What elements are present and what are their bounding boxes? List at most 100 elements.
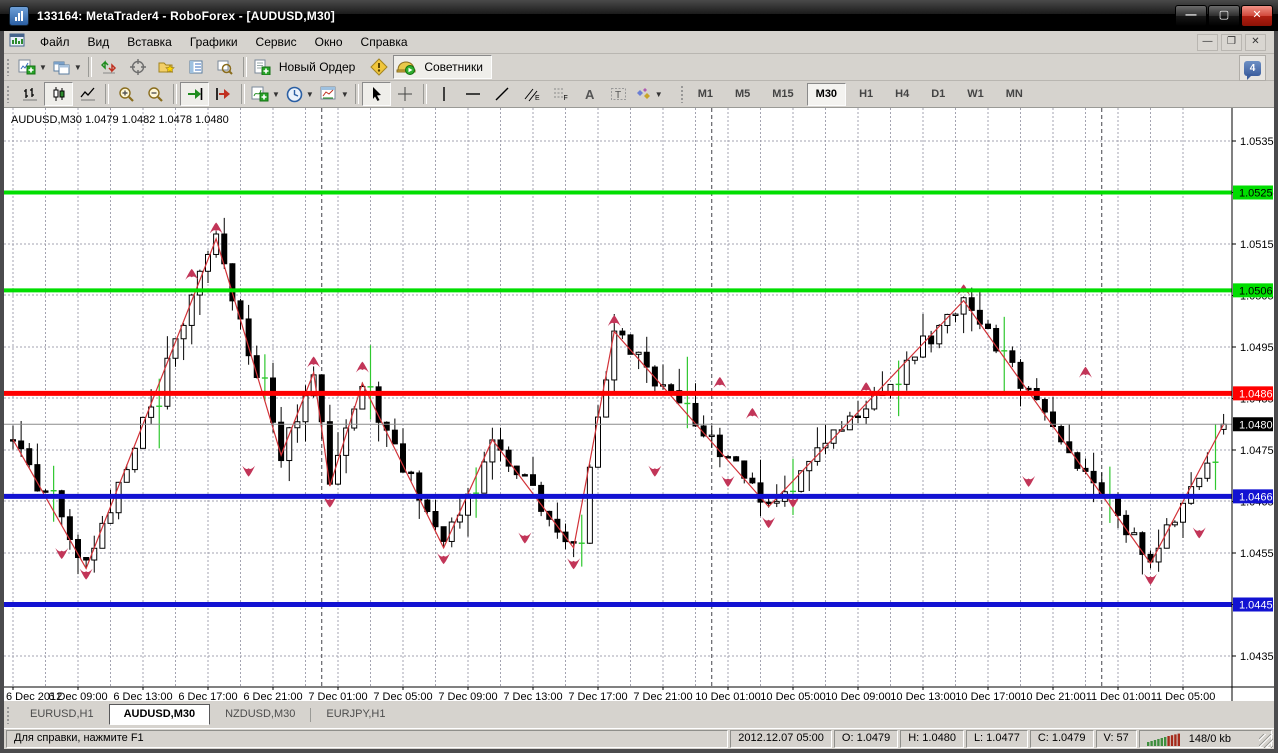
menu-item-2[interactable]: Вставка [118, 33, 181, 51]
minimize-button[interactable]: — [1175, 5, 1207, 27]
down-candle [968, 297, 975, 311]
indicators-button[interactable]: ▼ [248, 82, 283, 106]
text-button[interactable]: A [575, 82, 604, 106]
timeframe-m5-button[interactable]: M5 [726, 83, 759, 106]
text-label-button[interactable]: T [604, 82, 633, 106]
terminal-button[interactable] [182, 55, 211, 79]
up-candle [481, 461, 488, 494]
menu-item-5[interactable]: Окно [306, 33, 352, 51]
timeframe-m15-button[interactable]: M15 [763, 83, 802, 106]
chart-tab-eurusd-h1[interactable]: EURUSD,H1 [15, 704, 109, 725]
down-candle [668, 384, 675, 392]
templates-button[interactable]: ▼ [317, 82, 352, 106]
menu-item-3[interactable]: Графики [181, 33, 247, 51]
strategy-tester-button[interactable] [211, 55, 240, 79]
mdi-restore-button[interactable]: ❐ [1221, 33, 1242, 51]
chart-tab-audusd-m30[interactable]: AUDUSD,M30 [108, 704, 211, 725]
close-button[interactable]: ✕ [1241, 5, 1273, 27]
chart-canvas[interactable]: 1.05351.05251.05151.05051.04951.04851.04… [4, 108, 1274, 703]
maximize-button[interactable]: ▢ [1208, 5, 1240, 27]
timeframe-m30-button[interactable]: M30 [806, 82, 847, 106]
up-candle [586, 466, 593, 544]
timeframe-toolbar: M1 M5 M15 M30 H1 H4 D1 W1 MN [689, 82, 1032, 106]
down-candle [270, 377, 276, 423]
cursor-button[interactable] [361, 82, 391, 106]
auto-scroll-button[interactable] [180, 82, 209, 106]
navigator-button[interactable] [153, 55, 182, 79]
toolbar-grip[interactable] [679, 85, 685, 103]
new-order-button[interactable]: Новый Ордер [250, 55, 364, 79]
crosshair-button[interactable] [391, 82, 420, 106]
up-candle [773, 500, 780, 504]
price-tick-label: 1.0495 [1240, 342, 1274, 354]
market-watch-button[interactable] [95, 55, 124, 79]
candlestick-chart-button[interactable] [44, 82, 73, 106]
menu-item-0[interactable]: Файл [31, 33, 79, 51]
up-candle [180, 324, 187, 340]
down-candle [245, 318, 252, 357]
up-candle [952, 313, 959, 316]
down-candle [1009, 350, 1016, 363]
fibonacci-icon: F [553, 88, 568, 102]
dropdown-arrow-icon: ▼ [654, 89, 663, 99]
mdi-window-buttons: — ❐ ✕ [1197, 33, 1266, 51]
data-window-button[interactable] [124, 55, 153, 79]
periods-button[interactable]: ▼ [283, 82, 317, 106]
timeframe-m1-button[interactable]: M1 [689, 83, 722, 106]
svg-text:A: A [585, 87, 595, 102]
chart-tab-nzdusd-m30[interactable]: NZDUSD,M30 [210, 704, 310, 725]
resize-grip[interactable] [1259, 734, 1273, 748]
down-candle [440, 526, 447, 542]
toolbar-grip[interactable] [6, 85, 11, 103]
mdi-minimize-button[interactable]: — [1197, 33, 1218, 51]
line-chart-button[interactable] [73, 82, 102, 106]
new-chart-button[interactable]: ▼ [15, 55, 50, 79]
window-border-bottom [0, 749, 1278, 753]
zoom-in-button[interactable] [112, 82, 141, 106]
cursor-icon [372, 87, 381, 101]
down-candle [521, 474, 528, 477]
timeframe-mn-button[interactable]: MN [997, 83, 1032, 106]
menu-item-4[interactable]: Сервис [247, 33, 306, 51]
chart-tab-eurjpy-h1[interactable]: EURJPY,H1 [311, 704, 400, 725]
charts-toolbar: ▼ ▼ ▼ E F A T ▼ M1 M5 M15 M30 H1 H4 D1 W1 MN [4, 81, 1274, 108]
bar-chart-button[interactable] [15, 82, 44, 106]
vertical-line-button[interactable] [430, 82, 459, 106]
toolbar-separator [105, 84, 109, 104]
level-price-badge-text: 1.0506 [1239, 285, 1273, 297]
channel-icon: E [524, 88, 540, 102]
profiles-button[interactable]: ▼ [50, 55, 85, 79]
trendline-button[interactable] [488, 82, 517, 106]
notifications-button[interactable]: 4 [1239, 55, 1266, 81]
timeframe-h1-button[interactable]: H1 [850, 83, 882, 106]
horizontal-line-button[interactable] [459, 82, 488, 106]
clock-icon [286, 86, 303, 102]
up-candle [920, 335, 926, 358]
timeframe-h4-button[interactable]: H4 [886, 83, 918, 106]
up-candle [1204, 462, 1211, 479]
timeframe-d1-button[interactable]: D1 [922, 83, 954, 106]
toolbar-grip[interactable] [6, 58, 11, 76]
status-close-value: C: 1.0479 [1029, 730, 1094, 748]
chart-shift-button[interactable] [209, 82, 238, 106]
app-icon [9, 5, 29, 26]
equidistant-channel-button[interactable]: E [517, 82, 546, 106]
menu-item-1[interactable]: Вид [79, 33, 119, 51]
menu-item-6[interactable]: Справка [352, 33, 417, 51]
arrows-button[interactable]: ▼ [633, 82, 666, 106]
tabs-grip[interactable] [6, 706, 11, 724]
dropdown-arrow-icon: ▼ [340, 89, 349, 99]
new-order-label: Новый Ордер [278, 60, 356, 74]
timeframe-w1-button[interactable]: W1 [958, 83, 993, 106]
window-border-left [0, 31, 4, 753]
mdi-close-button[interactable]: ✕ [1245, 33, 1266, 51]
metaeditor-button[interactable] [364, 55, 393, 79]
connection-strength-icon [1146, 733, 1180, 746]
svg-text:T: T [615, 90, 621, 101]
fibonacci-button[interactable]: F [546, 82, 575, 106]
down-candle [432, 511, 439, 528]
chart-tabs-bar: EURUSD,H1 AUDUSD,M30 NZDUSD,M30 EURJPY,H1 [4, 701, 1274, 728]
status-bar: Для справки, нажмите F1 2012.12.07 05:00… [4, 728, 1274, 749]
zoom-out-button[interactable] [141, 82, 170, 106]
expert-advisors-button[interactable]: Советники [393, 55, 492, 79]
